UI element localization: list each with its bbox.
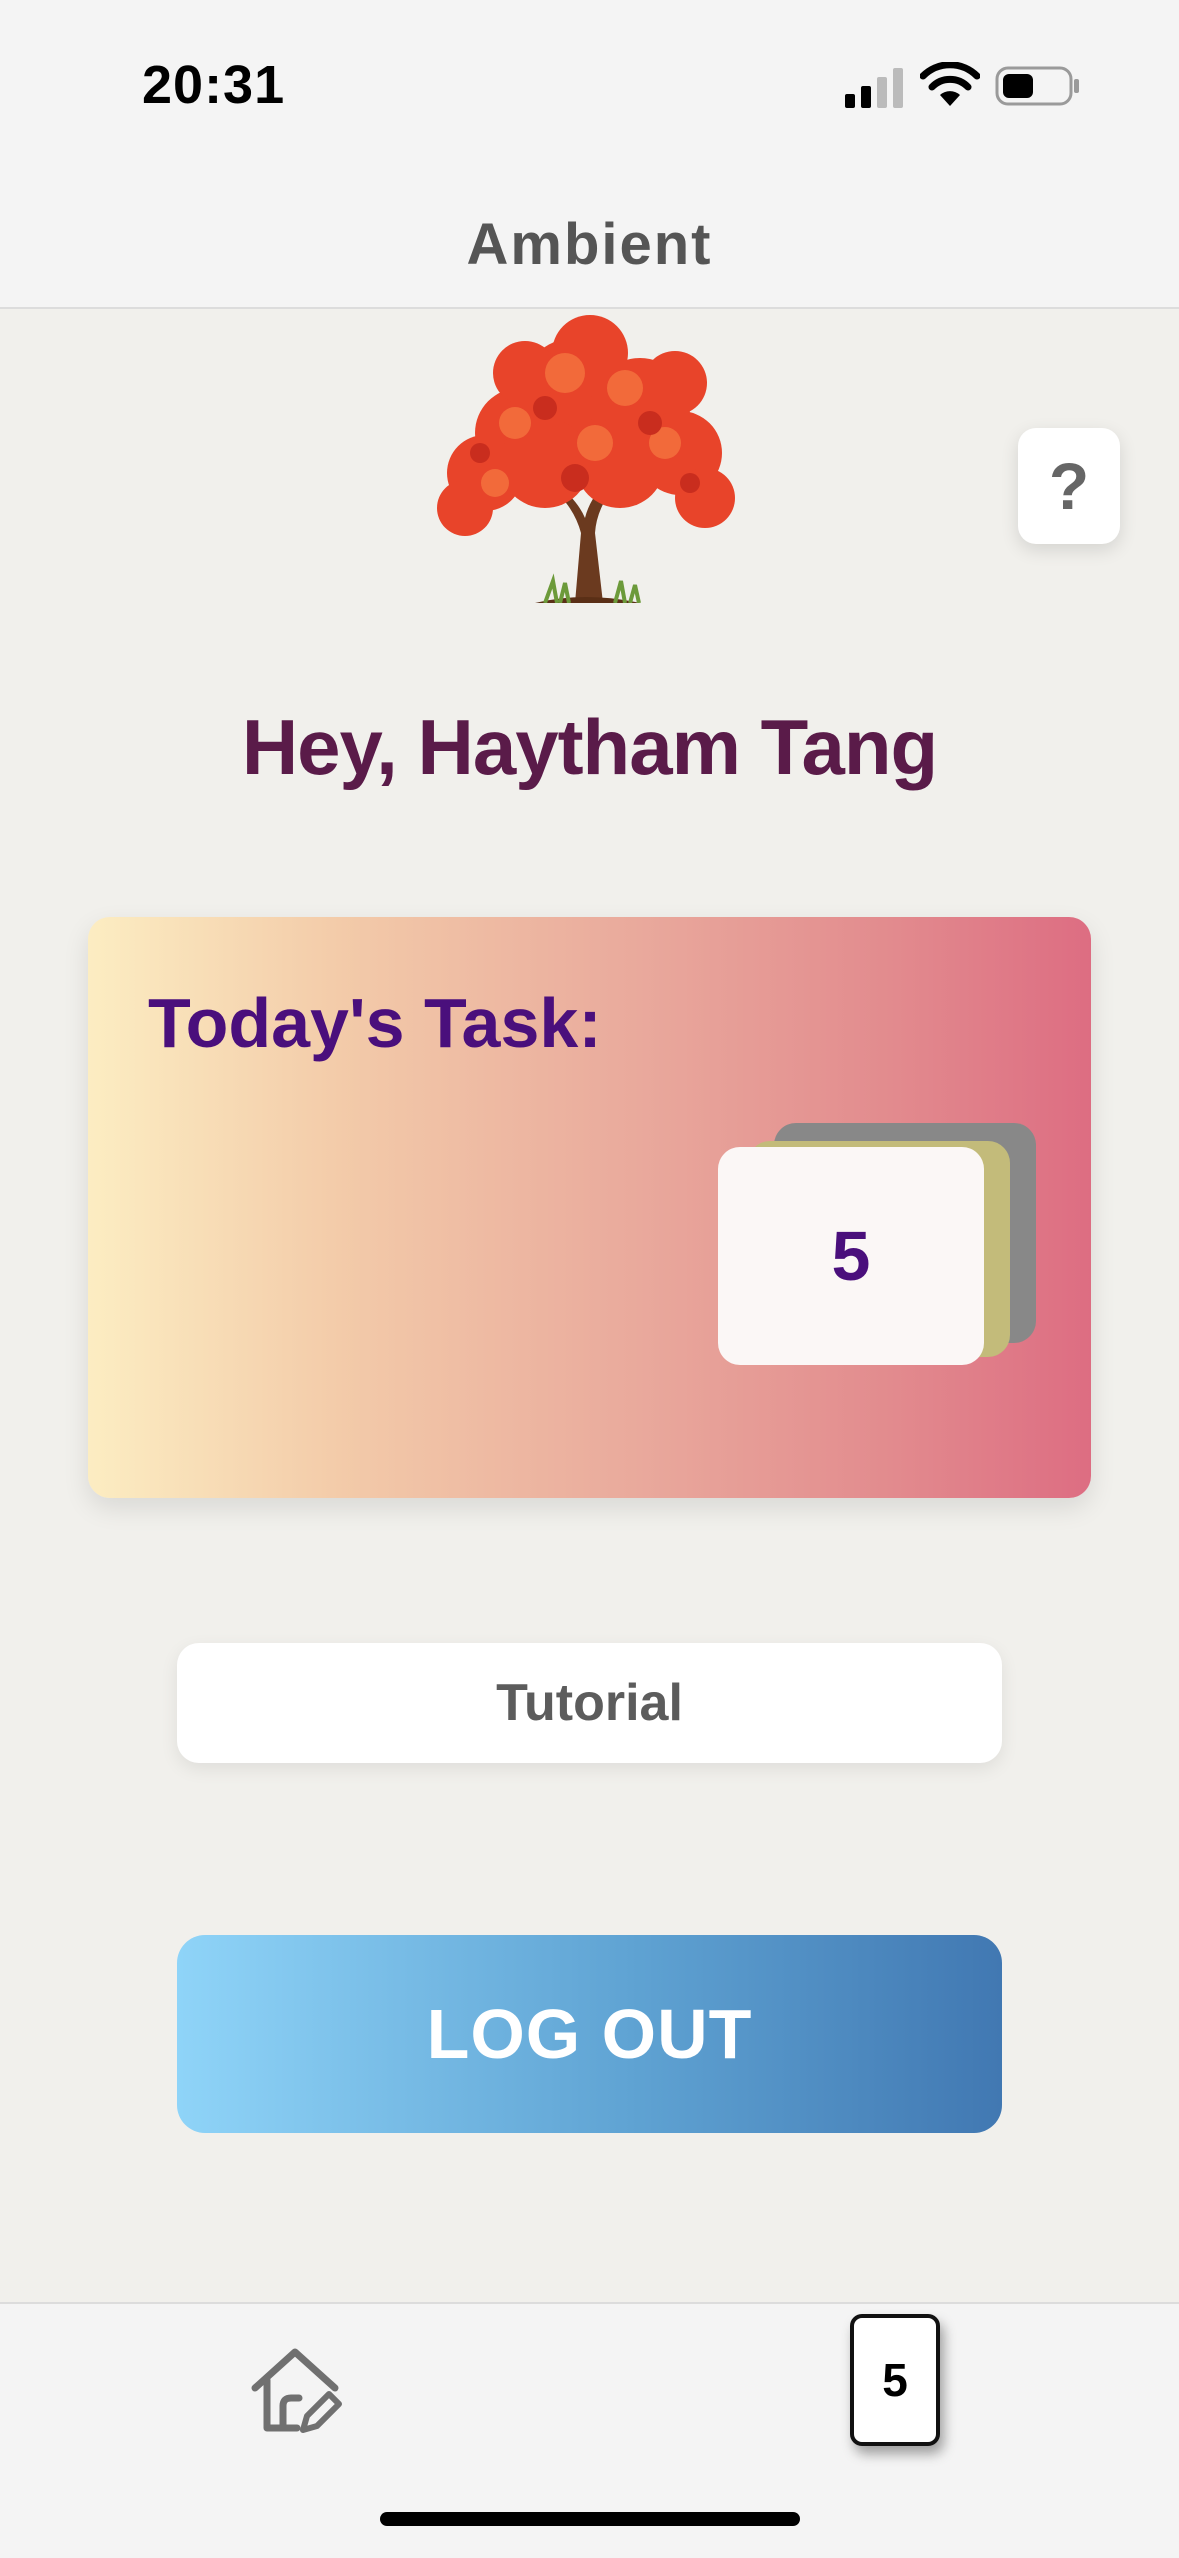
task-count-stack[interactable]: 5: [718, 1123, 1036, 1365]
status-bar: 20:31: [0, 0, 1179, 175]
greeting-heading: Hey, Haytham Tang: [241, 703, 938, 791]
cellular-signal-icon: [845, 68, 903, 108]
battery-icon: [995, 66, 1079, 106]
task-card[interactable]: Today's Task: 5: [88, 917, 1091, 1498]
task-count: 5: [718, 1147, 984, 1365]
help-button[interactable]: ?: [1018, 428, 1120, 544]
home-edit-icon[interactable]: [245, 2340, 345, 2440]
red-tree-icon: [437, 315, 735, 603]
wifi-icon: [920, 62, 980, 106]
task-card-title: Today's Task:: [148, 984, 602, 1062]
status-time: 20:31: [142, 55, 286, 115]
page-title: Ambient: [466, 212, 713, 277]
tutorial-button[interactable]: Tutorial: [177, 1643, 1002, 1763]
logout-button[interactable]: LOG OUT: [177, 1935, 1002, 2133]
home-indicator: [380, 2512, 800, 2526]
task-count-tab[interactable]: 5: [850, 2314, 940, 2446]
nav-header: Ambient: [0, 175, 1179, 309]
